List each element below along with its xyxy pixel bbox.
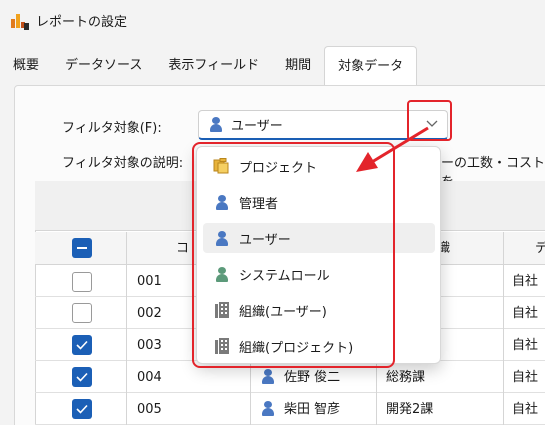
annotation-arrow-icon <box>356 126 429 172</box>
